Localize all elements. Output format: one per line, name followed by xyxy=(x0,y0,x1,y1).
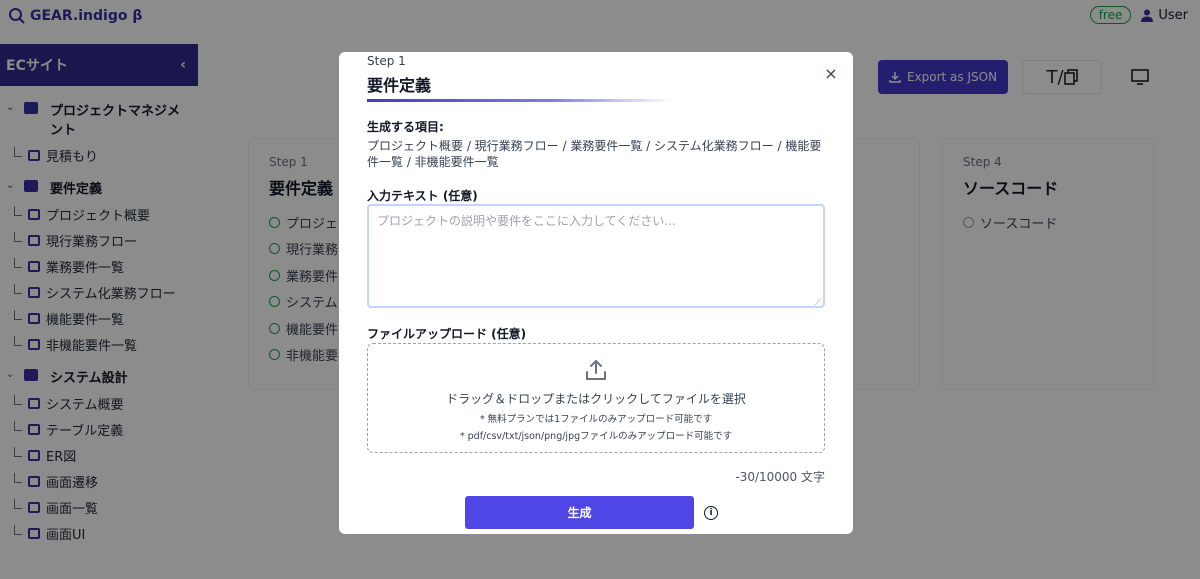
dropzone-note-file-types: * pdf/csv/txt/json/png/jpgファイルのみアップロード可能… xyxy=(459,431,733,442)
input-textarea[interactable] xyxy=(367,204,825,308)
input-text-label: 入力テキスト (任意) xyxy=(367,189,478,203)
generate-items-label: 生成する項目: xyxy=(367,120,444,134)
title-underline xyxy=(367,99,673,102)
generate-items-list: プロジェクト概要 / 現行業務フロー / 業務要件一覧 / システム化業務フロー… xyxy=(367,139,822,169)
char-count: -30/10000 文字 xyxy=(735,470,825,484)
dropzone-note-free-plan: * 無料プランでは1ファイルのみアップロード可能です xyxy=(479,414,713,425)
dropzone-text: ドラッグ＆ドロップまたはクリックしてファイルを選択 xyxy=(446,392,746,406)
close-icon[interactable]: × xyxy=(823,64,839,83)
generate-button[interactable]: 生成 xyxy=(465,496,694,529)
upload-icon xyxy=(586,360,606,380)
file-dropzone[interactable]: ドラッグ＆ドロップまたはクリックしてファイルを選択 * 無料プランでは1ファイル… xyxy=(367,343,825,453)
modal-title: 要件定義 xyxy=(367,76,432,95)
generate-modal: Step 1 要件定義 × 生成する項目: プロジェクト概要 / 現行業務フロー… xyxy=(339,52,853,534)
resize-handle-icon[interactable]: ⟋ xyxy=(815,298,821,308)
info-icon[interactable]: i xyxy=(704,506,718,520)
modal-step: Step 1 xyxy=(367,54,406,68)
file-upload-label: ファイルアップロード (任意) xyxy=(367,327,527,341)
